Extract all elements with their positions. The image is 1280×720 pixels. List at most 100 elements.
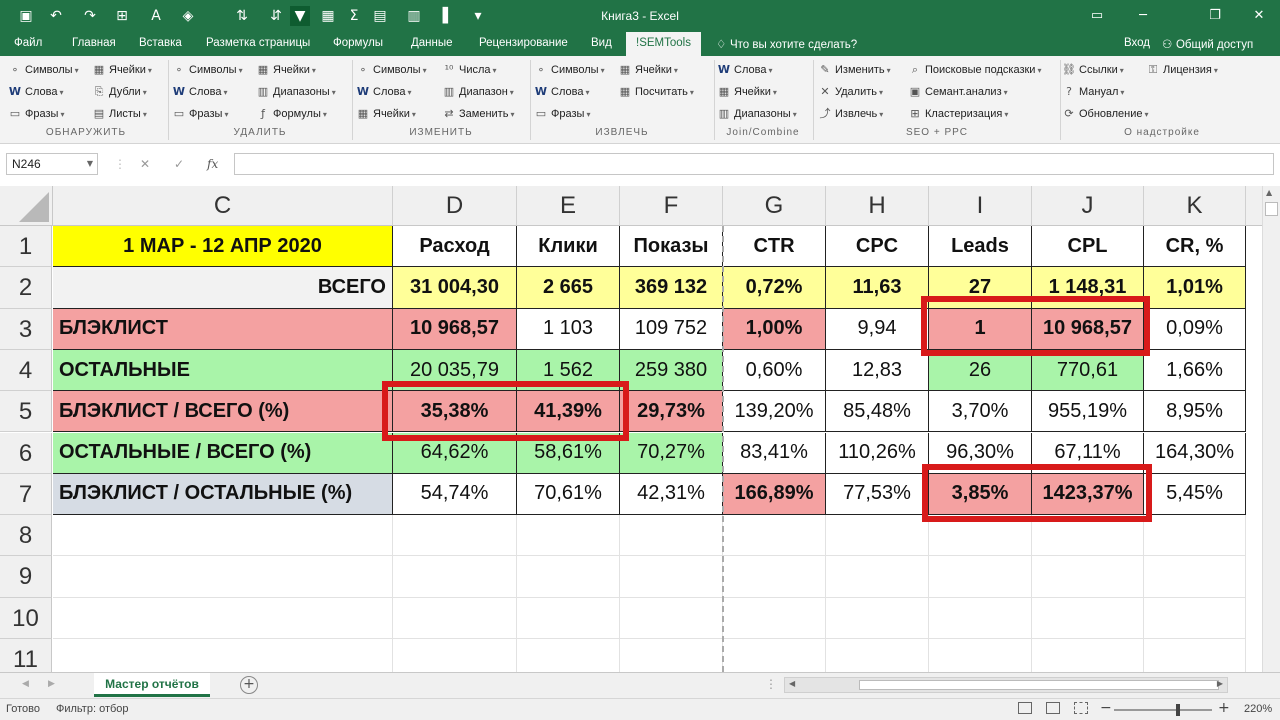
cell-f2[interactable]: 369 132 [620, 267, 723, 309]
ribbon-btn-лицензия[interactable]: ⚿ Лицензия ▾ [1146, 62, 1218, 78]
ribbon-btn-семант-анализ[interactable]: ▣ Семант.анализ ▾ [908, 84, 1008, 100]
cell-c4[interactable]: ОСТАЛЬНЫЕ [53, 349, 393, 392]
cell-k4[interactable]: 1,66% [1144, 349, 1246, 392]
row-header-8[interactable]: 8 [0, 515, 52, 557]
cell-f7[interactable]: 42,31% [620, 473, 723, 516]
cell-e7[interactable]: 70,61% [517, 473, 620, 516]
ribbon-btn-диапазон[interactable]: ▥ Диапазон ▾ [442, 84, 514, 100]
empty-cell[interactable] [1144, 639, 1246, 672]
ribbon-btn-слова[interactable]: W Слова ▾ [534, 84, 590, 100]
tell-me-search[interactable]: ♢ Что вы хотите сделать? [716, 37, 857, 51]
tab-data[interactable]: Данные [411, 37, 453, 49]
cell-c2[interactable]: ВСЕГО [53, 267, 393, 309]
ribbon-btn-слова[interactable]: W Слова ▾ [8, 84, 64, 100]
row-header-7[interactable]: 7 [0, 473, 52, 516]
format-icon[interactable]: ▦ [318, 6, 338, 26]
insert-function-icon[interactable]: fx [207, 157, 218, 171]
sheet-tab[interactable]: Мастер отчётов [94, 673, 210, 697]
column-icon[interactable]: ▌ [438, 6, 458, 26]
font-color-icon[interactable]: A [146, 6, 166, 26]
cell-e3[interactable]: 1 103 [517, 308, 620, 350]
cell-e6[interactable]: 58,61% [517, 432, 620, 474]
cell-f4[interactable]: 259 380 [620, 349, 723, 392]
cell-g7[interactable]: 166,89% [723, 473, 826, 516]
cell-d1[interactable]: Расход [393, 226, 517, 268]
ribbon-btn-диапазоны[interactable]: ▥ Диапазоны ▾ [717, 106, 797, 122]
cell-j1[interactable]: CPL [1032, 226, 1144, 268]
tab-view[interactable]: Вид [591, 37, 612, 49]
vertical-scroll-thumb[interactable] [1265, 202, 1278, 216]
horizontal-scrollbar[interactable]: ◀ ▶ [784, 677, 1228, 693]
cell-e2[interactable]: 2 665 [517, 267, 620, 309]
ribbon-btn-ячейки[interactable]: ▦ Ячейки ▾ [92, 62, 152, 78]
empty-cell[interactable] [723, 639, 826, 672]
empty-cell[interactable] [826, 597, 929, 639]
cell-j3[interactable]: 10 968,57 [1032, 308, 1144, 350]
ribbon-btn-символы[interactable]: ∘ Символы ▾ [534, 62, 605, 78]
zoom-level[interactable]: 220% [1244, 703, 1272, 715]
cancel-icon[interactable]: ✕ [140, 157, 150, 171]
ribbon-btn-ссылки[interactable]: ⛓ Ссылки ▾ [1062, 62, 1124, 78]
page-break-view-icon[interactable] [1074, 702, 1088, 714]
normal-view-icon[interactable] [1018, 702, 1032, 714]
ribbon-btn-ячейки[interactable]: ▦ Ячейки ▾ [717, 84, 777, 100]
column-header-g[interactable]: G [723, 186, 826, 226]
undo-icon[interactable]: ↶ [46, 6, 66, 26]
cell-d6[interactable]: 64,62% [393, 432, 517, 474]
cell-d2[interactable]: 31 004,30 [393, 267, 517, 309]
vertical-scrollbar[interactable]: ▲ [1262, 186, 1280, 672]
ribbon-btn-мануал[interactable]: ? Мануал ▾ [1062, 84, 1124, 100]
scroll-up-icon[interactable]: ▲ [1266, 188, 1272, 197]
share-button[interactable]: ⚇ Общий доступ [1162, 37, 1253, 51]
cell-k2[interactable]: 1,01% [1144, 267, 1246, 309]
redo-icon[interactable]: ↷ [80, 6, 100, 26]
empty-cell[interactable] [53, 515, 393, 557]
empty-cell[interactable] [53, 597, 393, 639]
empty-cell[interactable] [1144, 597, 1246, 639]
ribbon-btn-фразы[interactable]: ▭ Фразы ▾ [172, 106, 229, 122]
cell-h6[interactable]: 110,26% [826, 432, 929, 474]
grid-icon[interactable]: ▥ [404, 6, 424, 26]
ribbon-btn-ячейки[interactable]: ▦ Ячейки ▾ [256, 62, 316, 78]
cell-k7[interactable]: 5,45% [1144, 473, 1246, 516]
cell-k5[interactable]: 8,95% [1144, 391, 1246, 433]
name-box[interactable]: N246 ▼ [6, 153, 98, 175]
empty-cell[interactable] [1032, 515, 1144, 557]
cell-j7[interactable]: 1423,37% [1032, 473, 1144, 516]
tab-home[interactable]: Главная [72, 37, 116, 49]
cell-c1[interactable]: 1 МАР - 12 АПР 2020 [53, 226, 393, 268]
filter-icon[interactable]: ▼ [290, 6, 310, 26]
cell-h7[interactable]: 77,53% [826, 473, 929, 516]
enter-icon[interactable]: ✓ [174, 157, 184, 171]
cell-g1[interactable]: CTR [723, 226, 826, 268]
empty-cell[interactable] [1144, 556, 1246, 598]
cell-i1[interactable]: Leads [929, 226, 1032, 268]
empty-cell[interactable] [826, 639, 929, 672]
ribbon-btn-удалить[interactable]: ✕ Удалить ▾ [818, 84, 883, 100]
empty-cell[interactable] [620, 515, 723, 557]
more-icon[interactable]: ▾ [468, 6, 488, 26]
row-header-6[interactable]: 6 [0, 432, 52, 474]
ribbon-btn-фразы[interactable]: ▭ Фразы ▾ [534, 106, 591, 122]
cell-h4[interactable]: 12,83 [826, 349, 929, 392]
cell-h3[interactable]: 9,94 [826, 308, 929, 350]
cell-g3[interactable]: 1,00% [723, 308, 826, 350]
empty-cell[interactable] [1032, 639, 1144, 672]
cell-k1[interactable]: CR, % [1144, 226, 1246, 268]
cell-k3[interactable]: 0,09% [1144, 308, 1246, 350]
cell-c7[interactable]: БЛЭКЛИСТ / ОСТАЛЬНЫЕ (%) [53, 473, 393, 516]
ribbon-btn-изменить[interactable]: ✎ Изменить ▾ [818, 62, 890, 78]
cell-j2[interactable]: 1 148,31 [1032, 267, 1144, 309]
empty-cell[interactable] [53, 639, 393, 672]
ribbon-btn-символы[interactable]: ∘ Символы ▾ [356, 62, 427, 78]
empty-cell[interactable] [723, 556, 826, 598]
close-icon[interactable]: ✕ [1244, 6, 1274, 26]
ribbon-btn-извлечь[interactable]: ⤴ Извлечь ▾ [818, 106, 884, 122]
cell-h1[interactable]: CPC [826, 226, 929, 268]
chevron-down-icon[interactable]: ▼ [87, 154, 93, 174]
save-icon[interactable]: ▣ [16, 6, 36, 26]
ribbon-btn-слова[interactable]: W Слова ▾ [717, 62, 773, 78]
empty-cell[interactable] [620, 639, 723, 672]
cell-i5[interactable]: 3,70% [929, 391, 1032, 433]
empty-cell[interactable] [929, 556, 1032, 598]
